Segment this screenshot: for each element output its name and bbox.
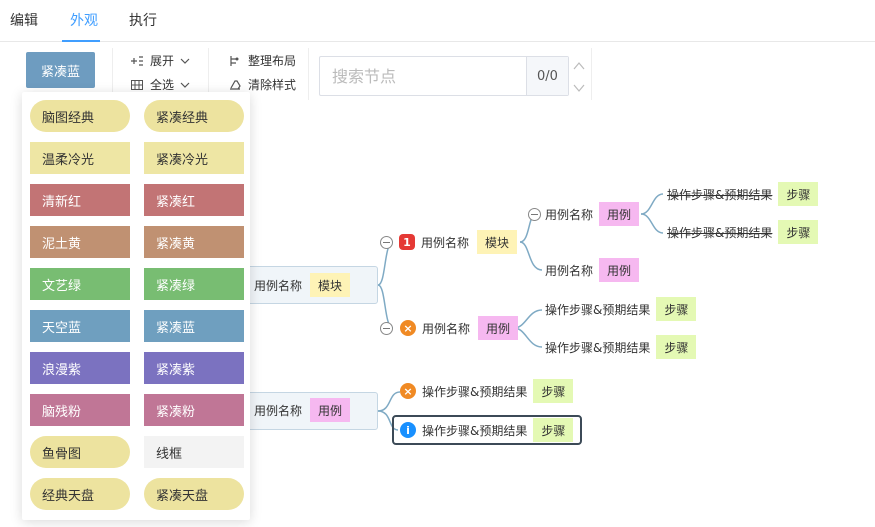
step-tag: 步骤 — [778, 182, 819, 206]
theme-option-compact-purple[interactable]: 紧凑紫 — [144, 352, 244, 384]
node-text: 用例名称 — [421, 235, 470, 250]
app-root: 编辑 外观 执行 紧凑蓝 展开 全选 整理布局 清除样式 0/0 — [0, 0, 875, 527]
node-text: 操作步骤&预期结果 — [545, 340, 651, 355]
collapse-toggle[interactable] — [528, 208, 541, 221]
node-text: 用例名称 — [422, 321, 471, 336]
case-tag: 用例 — [599, 258, 640, 282]
node-text: 操作步骤&预期结果 — [667, 187, 773, 202]
node-text: 用例名称 — [545, 207, 594, 222]
fail-icon: × — [400, 383, 416, 399]
step-tag: 步骤 — [656, 297, 697, 321]
node-text: 用例名称 — [545, 263, 594, 278]
root-node-1[interactable]: 用例名称 模块 — [254, 273, 351, 297]
theme-option-sky-blue[interactable]: 天空蓝 — [30, 310, 130, 342]
node-a1-2[interactable]: 操作步骤&预期结果 步骤 — [667, 220, 819, 244]
step-tag: 步骤 — [533, 379, 574, 403]
node-a1-1[interactable]: 操作步骤&预期结果 步骤 — [667, 182, 819, 206]
case-tag: 用例 — [310, 398, 351, 422]
node-text: 操作步骤&预期结果 — [545, 302, 651, 317]
module-tag: 模块 — [477, 230, 518, 254]
node-a[interactable]: 1 用例名称 模块 — [399, 230, 518, 254]
case-tag: 用例 — [599, 202, 640, 226]
root-node-2[interactable]: 用例名称 用例 — [254, 398, 351, 422]
node-text: 用例名称 — [254, 278, 303, 293]
node-text: 操作步骤&预期结果 — [667, 225, 773, 240]
theme-option-compact-blue[interactable]: 紧凑蓝 — [144, 310, 244, 342]
theme-option-soft-cold[interactable]: 温柔冷光 — [30, 142, 130, 174]
theme-option-compact-pink[interactable]: 紧凑粉 — [144, 394, 244, 426]
theme-option-compact-classic[interactable]: 紧凑经典 — [144, 100, 244, 132]
node-a2[interactable]: 用例名称 用例 — [545, 258, 640, 282]
node-c2[interactable]: i 操作步骤&预期结果 步骤 — [400, 418, 574, 442]
info-icon: i — [400, 422, 416, 438]
node-b2[interactable]: 操作步骤&预期结果 步骤 — [545, 335, 697, 359]
theme-option-literary-green[interactable]: 文艺绿 — [30, 268, 130, 300]
theme-option-compact-red[interactable]: 紧凑红 — [144, 184, 244, 216]
theme-option-compact-yellow[interactable]: 紧凑黄 — [144, 226, 244, 258]
theme-option-mindmap-classic[interactable]: 脑图经典 — [30, 100, 130, 132]
node-b1[interactable]: 操作步骤&预期结果 步骤 — [545, 297, 697, 321]
fail-icon: × — [400, 320, 416, 336]
step-tag: 步骤 — [778, 220, 819, 244]
theme-option-pink[interactable]: 脑残粉 — [30, 394, 130, 426]
theme-option-compact-cold[interactable]: 紧凑冷光 — [144, 142, 244, 174]
case-tag: 用例 — [478, 316, 519, 340]
theme-option-wireframe[interactable]: 线框 — [144, 436, 244, 468]
module-tag: 模块 — [310, 273, 351, 297]
theme-option-earth-yellow[interactable]: 泥土黄 — [30, 226, 130, 258]
priority-1-icon: 1 — [399, 234, 415, 250]
theme-option-compact-tianpan[interactable]: 紧凑天盘 — [144, 478, 244, 510]
step-tag: 步骤 — [656, 335, 697, 359]
node-c1[interactable]: × 操作步骤&预期结果 步骤 — [400, 379, 574, 403]
theme-option-fresh-red[interactable]: 清新红 — [30, 184, 130, 216]
collapse-toggle[interactable] — [380, 322, 393, 335]
node-text: 用例名称 — [254, 403, 303, 418]
node-a1[interactable]: 用例名称 用例 — [545, 202, 640, 226]
theme-option-compact-green[interactable]: 紧凑绿 — [144, 268, 244, 300]
theme-dropdown-panel: 脑图经典 紧凑经典 温柔冷光 紧凑冷光 清新红 紧凑红 泥土黄 紧凑黄 文艺绿 紧凑绿 天空蓝 紧凑蓝… — [22, 92, 250, 520]
node-text: 操作步骤&预期结果 — [422, 423, 528, 438]
theme-option-fishbone[interactable]: 鱼骨图 — [30, 436, 130, 468]
collapse-toggle[interactable] — [380, 236, 393, 249]
theme-option-romantic-purple[interactable]: 浪漫紫 — [30, 352, 130, 384]
theme-option-classic-tianpan[interactable]: 经典天盘 — [30, 478, 130, 510]
node-b[interactable]: × 用例名称 用例 — [400, 316, 519, 340]
step-tag: 步骤 — [533, 418, 574, 442]
node-text: 操作步骤&预期结果 — [422, 384, 528, 399]
